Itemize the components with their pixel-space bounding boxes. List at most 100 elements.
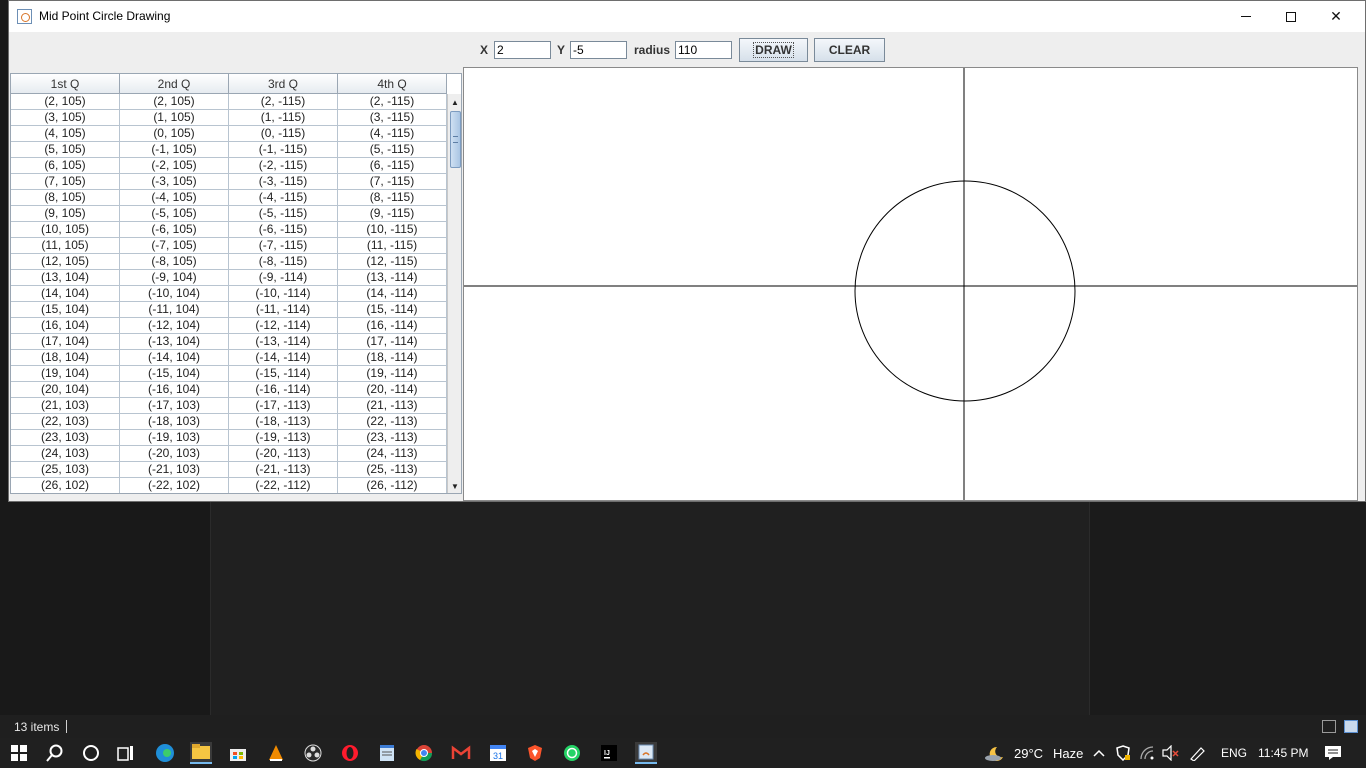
table-cell[interactable]: (-6, -115) xyxy=(229,222,338,238)
obs-icon[interactable] xyxy=(302,742,324,764)
table-row[interactable]: (17, 104) (-13, 104) (-13, -114) (17, -114) xyxy=(11,334,447,350)
draw-button[interactable]: DRAW xyxy=(739,38,808,62)
table-cell[interactable]: (23, -113) xyxy=(338,430,447,446)
table-cell[interactable]: (-17, -113) xyxy=(229,398,338,414)
table-cell[interactable]: (3, 105) xyxy=(11,110,120,126)
column-header-2nd-q[interactable]: 2nd Q xyxy=(120,74,229,94)
table-cell[interactable]: (26, -112) xyxy=(338,478,447,493)
table-cell[interactable]: (-8, -115) xyxy=(229,254,338,270)
table-cell[interactable]: (-7, 105) xyxy=(120,238,229,254)
table-cell[interactable]: (-12, 104) xyxy=(120,318,229,334)
table-cell[interactable]: (22, -113) xyxy=(338,414,447,430)
table-cell[interactable]: (24, -113) xyxy=(338,446,447,462)
drawing-canvas[interactable] xyxy=(463,67,1358,501)
x-input[interactable] xyxy=(494,41,551,59)
java-app-icon[interactable] xyxy=(635,742,657,764)
table-row[interactable]: (19, 104) (-15, 104) (-15, -114) (19, -114) xyxy=(11,366,447,382)
table-cell[interactable]: (19, -114) xyxy=(338,366,447,382)
table-cell[interactable]: (19, 104) xyxy=(11,366,120,382)
table-cell[interactable]: (17, 104) xyxy=(11,334,120,350)
table-cell[interactable]: (-19, 103) xyxy=(120,430,229,446)
table-cell[interactable]: (-15, 104) xyxy=(120,366,229,382)
table-cell[interactable]: (-14, 104) xyxy=(120,350,229,366)
table-cell[interactable]: (1, -115) xyxy=(229,110,338,126)
table-cell[interactable]: (12, -115) xyxy=(338,254,447,270)
table-cell[interactable]: (10, 105) xyxy=(11,222,120,238)
table-row[interactable]: (9, 105) (-5, 105) (-5, -115) (9, -115) xyxy=(11,206,447,222)
table-cell[interactable]: (-21, -113) xyxy=(229,462,338,478)
table-cell[interactable]: (9, 105) xyxy=(11,206,120,222)
chrome-icon[interactable] xyxy=(413,742,435,764)
table-row[interactable]: (10, 105) (-6, 105) (-6, -115) (10, -115) xyxy=(11,222,447,238)
table-cell[interactable]: (6, 105) xyxy=(11,158,120,174)
table-cell[interactable]: (21, 103) xyxy=(11,398,120,414)
pen-icon[interactable] xyxy=(1187,742,1209,764)
table-cell[interactable]: (7, 105) xyxy=(11,174,120,190)
table-cell[interactable]: (14, 104) xyxy=(11,286,120,302)
table-row[interactable]: (22, 103) (-18, 103) (-18, -113) (22, -113) xyxy=(11,414,447,430)
table-cell[interactable]: (-13, 104) xyxy=(120,334,229,350)
table-cell[interactable]: (16, 104) xyxy=(11,318,120,334)
table-row[interactable]: (14, 104) (-10, 104) (-10, -114) (14, -114) xyxy=(11,286,447,302)
table-row[interactable]: (6, 105) (-2, 105) (-2, -115) (6, -115) xyxy=(11,158,447,174)
table-row[interactable]: (26, 102) (-22, 102) (-22, -112) (26, -112) xyxy=(11,478,447,493)
table-cell[interactable]: (-16, -114) xyxy=(229,382,338,398)
table-cell[interactable]: (12, 105) xyxy=(11,254,120,270)
table-row[interactable]: (20, 104) (-16, 104) (-16, -114) (20, -114) xyxy=(11,382,447,398)
table-cell[interactable]: (21, -113) xyxy=(338,398,447,414)
table-row[interactable]: (8, 105) (-4, 105) (-4, -115) (8, -115) xyxy=(11,190,447,206)
file-explorer-icon[interactable] xyxy=(190,742,212,764)
table-cell[interactable]: (7, -115) xyxy=(338,174,447,190)
minimize-button[interactable] xyxy=(1223,1,1269,32)
clock[interactable]: 11:45 PM xyxy=(1258,746,1308,760)
table-cell[interactable]: (-15, -114) xyxy=(229,366,338,382)
table-cell[interactable]: (23, 103) xyxy=(11,430,120,446)
gmail-icon[interactable] xyxy=(450,742,472,764)
table-cell[interactable]: (2, -115) xyxy=(338,94,447,110)
table-cell[interactable]: (-12, -114) xyxy=(229,318,338,334)
weather-temp[interactable]: 29°C xyxy=(1014,746,1043,761)
store-icon[interactable] xyxy=(227,742,249,764)
table-row[interactable]: (24, 103) (-20, 103) (-20, -113) (24, -113) xyxy=(11,446,447,462)
table-cell[interactable]: (20, -114) xyxy=(338,382,447,398)
close-button[interactable]: ✕ xyxy=(1313,1,1359,32)
table-row[interactable]: (3, 105) (1, 105) (1, -115) (3, -115) xyxy=(11,110,447,126)
whatsapp-icon[interactable] xyxy=(561,742,583,764)
table-cell[interactable]: (-3, 105) xyxy=(120,174,229,190)
table-cell[interactable]: (5, -115) xyxy=(338,142,447,158)
table-cell[interactable]: (-2, 105) xyxy=(120,158,229,174)
table-cell[interactable]: (-1, 105) xyxy=(120,142,229,158)
table-cell[interactable]: (-17, 103) xyxy=(120,398,229,414)
table-cell[interactable]: (-18, 103) xyxy=(120,414,229,430)
table-row[interactable]: (12, 105) (-8, 105) (-8, -115) (12, -115) xyxy=(11,254,447,270)
table-cell[interactable]: (26, 102) xyxy=(11,478,120,493)
chevron-up-icon[interactable] xyxy=(1090,742,1108,764)
table-cell[interactable]: (-5, 105) xyxy=(120,206,229,222)
table-row[interactable]: (2, 105) (2, 105) (2, -115) (2, -115) xyxy=(11,94,447,110)
table-cell[interactable]: (-11, -114) xyxy=(229,302,338,318)
table-cell[interactable]: (0, 105) xyxy=(120,126,229,142)
table-cell[interactable]: (20, 104) xyxy=(11,382,120,398)
table-cell[interactable]: (-14, -114) xyxy=(229,350,338,366)
table-cell[interactable]: (25, -113) xyxy=(338,462,447,478)
table-row[interactable]: (13, 104) (-9, 104) (-9, -114) (13, -114) xyxy=(11,270,447,286)
opera-icon[interactable] xyxy=(339,742,361,764)
quadrant-points-table[interactable]: 1st Q 2nd Q 3rd Q 4th Q (2, 105) (2, 105)… xyxy=(10,73,462,494)
table-cell[interactable]: (6, -115) xyxy=(338,158,447,174)
table-cell[interactable]: (10, -115) xyxy=(338,222,447,238)
scroll-down-arrow-icon[interactable]: ▼ xyxy=(448,479,461,493)
table-row[interactable]: (25, 103) (-21, 103) (-21, -113) (25, -113) xyxy=(11,462,447,478)
table-cell[interactable]: (15, 104) xyxy=(11,302,120,318)
table-row[interactable]: (16, 104) (-12, 104) (-12, -114) (16, -114) xyxy=(11,318,447,334)
brave-icon[interactable] xyxy=(524,742,546,764)
large-icons-view-icon[interactable] xyxy=(1344,720,1358,733)
clear-button[interactable]: CLEAR xyxy=(814,38,885,62)
table-row[interactable]: (4, 105) (0, 105) (0, -115) (4, -115) xyxy=(11,126,447,142)
column-header-1st-q[interactable]: 1st Q xyxy=(11,74,120,94)
wifi-icon[interactable] xyxy=(1137,742,1157,764)
table-cell[interactable]: (0, -115) xyxy=(229,126,338,142)
table-cell[interactable]: (-21, 103) xyxy=(120,462,229,478)
table-cell[interactable]: (-20, 103) xyxy=(120,446,229,462)
table-row[interactable]: (23, 103) (-19, 103) (-19, -113) (23, -113) xyxy=(11,430,447,446)
table-cell[interactable]: (-2, -115) xyxy=(229,158,338,174)
